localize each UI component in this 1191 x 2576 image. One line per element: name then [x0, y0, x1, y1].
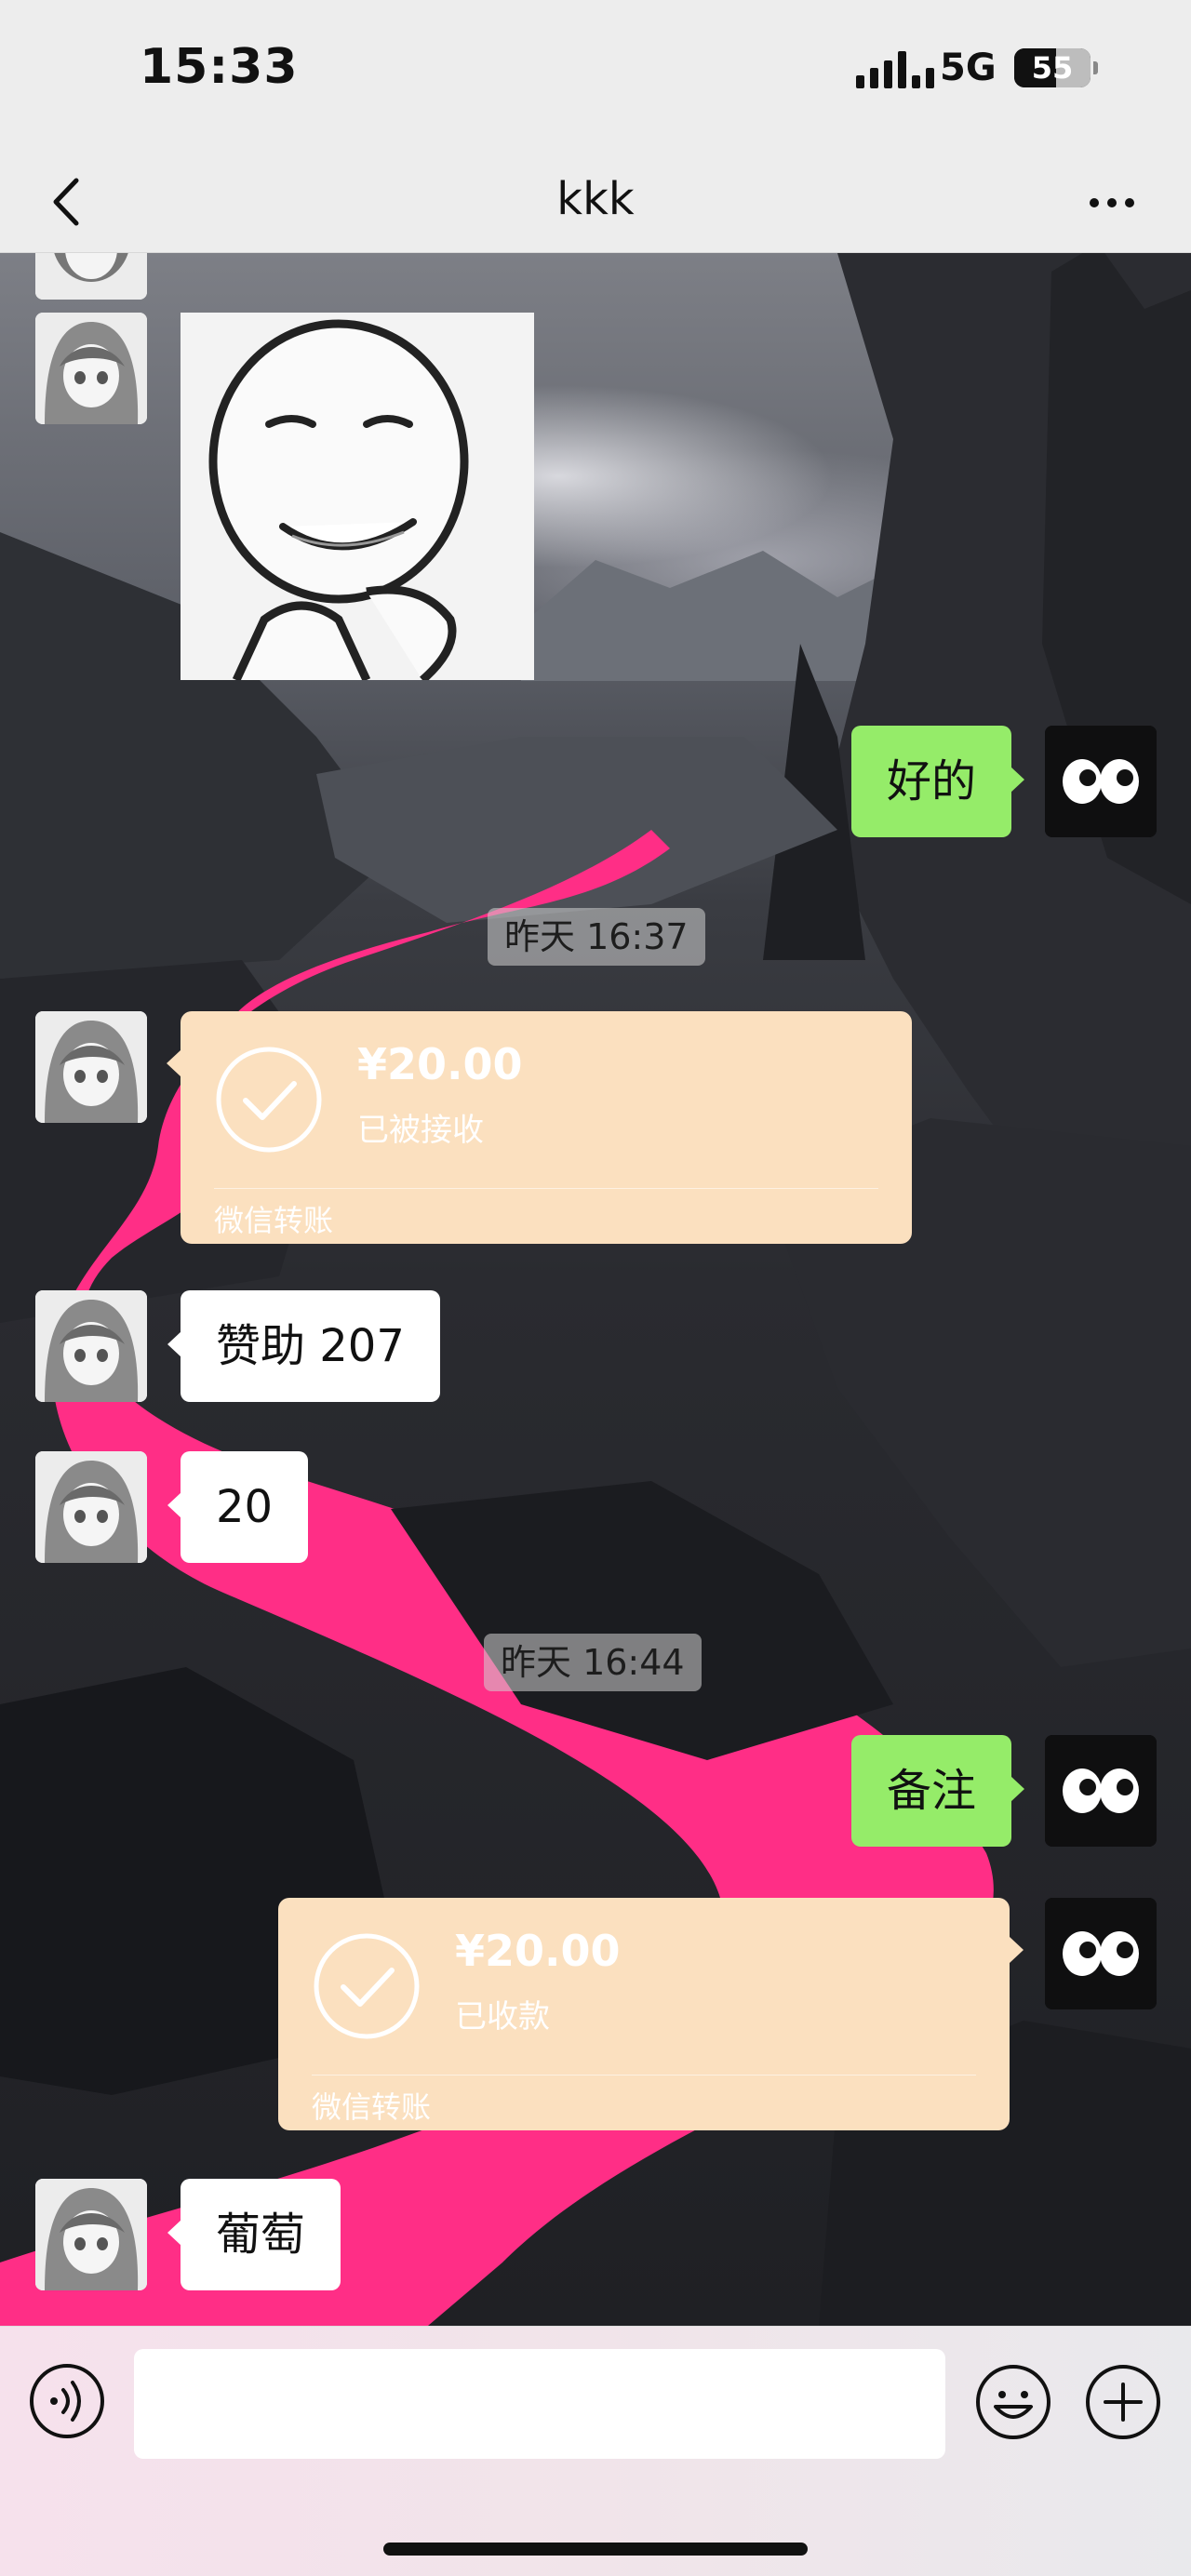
battery-icon: 55	[1014, 48, 1091, 87]
battery-tip	[1093, 61, 1098, 74]
more-dots-icon[interactable]	[1079, 175, 1144, 231]
transfer-amount: ¥20.00	[455, 1926, 621, 1976]
transfer-status: 已被接收	[357, 1112, 484, 1149]
divider	[214, 1188, 878, 1189]
transfer-card-collected[interactable]: ¥20.00 已收款 微信转账	[278, 1898, 1010, 2130]
transfer-label: 微信转账	[214, 1203, 334, 1238]
transfer-label: 微信转账	[312, 2089, 432, 2125]
bubble-tail	[167, 1050, 181, 1076]
input-bar	[0, 2326, 1191, 2576]
emoji-icon[interactable]	[973, 2362, 1053, 2442]
message-input[interactable]	[134, 2349, 945, 2459]
home-indicator	[383, 2543, 808, 2556]
timestamp: 昨天 16:44	[484, 1634, 702, 1691]
avatar[interactable]	[35, 1290, 147, 1402]
avatar-self[interactable]	[1045, 1735, 1157, 1847]
check-circle-icon	[216, 1047, 322, 1153]
transfer-amount: ¥20.00	[357, 1039, 523, 1089]
avatar[interactable]	[35, 2179, 147, 2290]
chat-title: kkk	[556, 173, 635, 225]
network-label: 5G	[940, 47, 997, 89]
avatar[interactable]	[35, 253, 147, 300]
status-time: 15:33	[140, 39, 299, 95]
avatar[interactable]	[35, 1451, 147, 1563]
message-bubble-outgoing[interactable]: 好的	[850, 726, 1025, 837]
timestamp: 昨天 16:37	[488, 908, 705, 966]
message-bubble-incoming[interactable]: 葡萄	[167, 2179, 341, 2290]
meme-face-sticker[interactable]	[181, 313, 534, 680]
bubble-tail	[1010, 1937, 1024, 1963]
transfer-status: 已收款	[455, 1998, 550, 2035]
message-bubble-incoming[interactable]: 赞助 207	[167, 1290, 440, 1402]
message-list: 好的 昨天 16:37 ¥20.00 已被接收 微信转账 赞助 207 20 昨…	[0, 253, 1191, 2326]
check-circle-icon	[314, 1933, 420, 2039]
avatar[interactable]	[35, 1011, 147, 1123]
battery-percent: 55	[1031, 50, 1074, 86]
chat-header: kkk	[0, 149, 1191, 253]
avatar[interactable]	[35, 313, 147, 424]
chat-area[interactable]: 好的 昨天 16:37 ¥20.00 已被接收 微信转账 赞助 207 20 昨…	[0, 253, 1191, 2326]
avatar-self[interactable]	[1045, 726, 1157, 837]
transfer-card-received[interactable]: ¥20.00 已被接收 微信转账	[181, 1011, 912, 1244]
plus-circle-icon[interactable]	[1083, 2362, 1163, 2442]
message-bubble-outgoing[interactable]: 备注	[850, 1735, 1025, 1847]
message-bubble-incoming[interactable]: 20	[167, 1451, 309, 1563]
avatar-self[interactable]	[1045, 1898, 1157, 2009]
signal-icon	[856, 51, 934, 88]
voice-icon[interactable]	[28, 2362, 106, 2440]
status-bar: 15:33 5G 55	[0, 0, 1191, 149]
